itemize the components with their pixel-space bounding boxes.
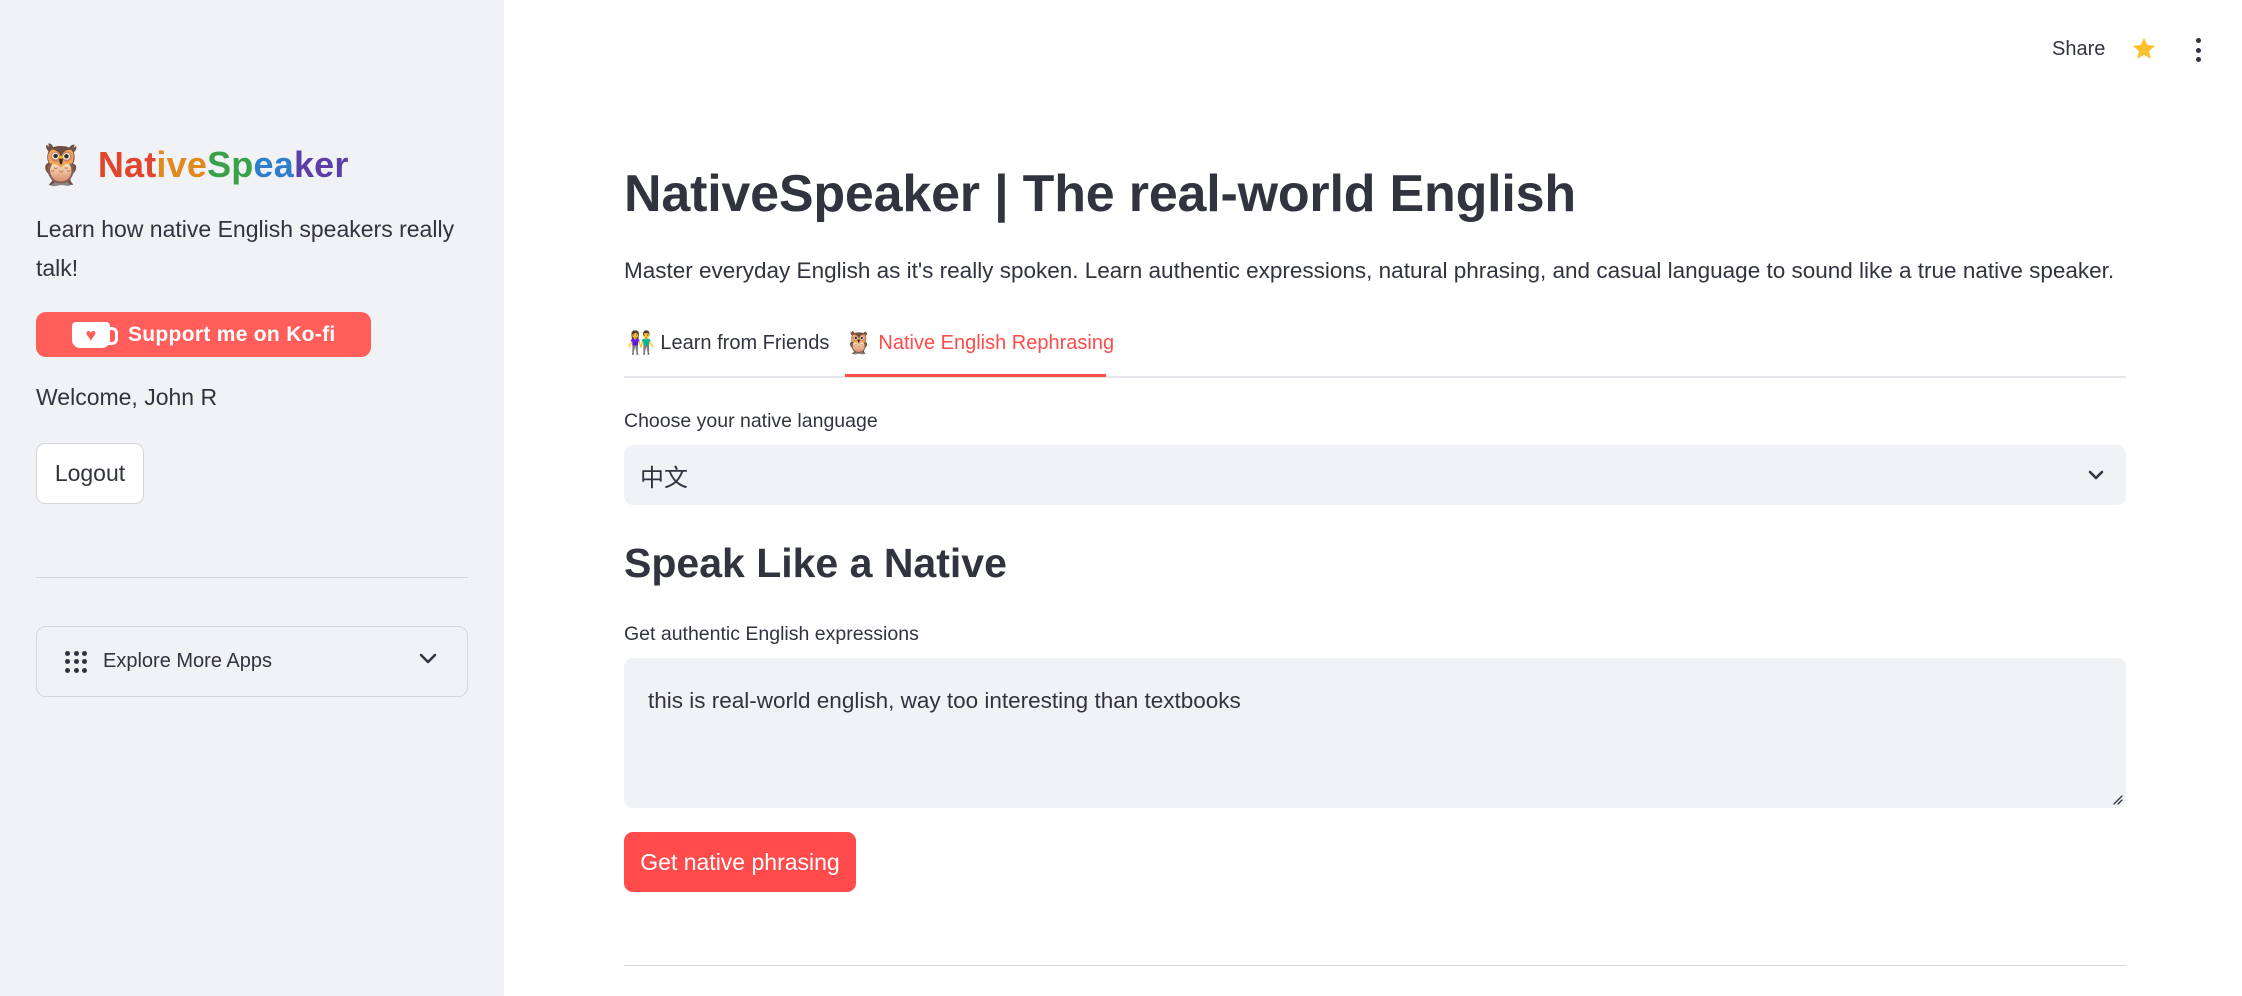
textarea-value: this is real-world english, way too inte… [648, 688, 1241, 713]
vertical-dots-icon[interactable] [2192, 38, 2204, 62]
chevron-down-icon [2088, 470, 2104, 480]
resize-handle-icon[interactable] [2110, 792, 2124, 806]
page-subtitle: Master everyday English as it's really s… [624, 258, 2115, 283]
native-language-select[interactable]: 中文 [624, 445, 2126, 505]
sidebar-tagline: Learn how native English speakers really… [36, 216, 455, 281]
brand-name-part: ker [293, 144, 349, 185]
brand-name-part: Sp [207, 144, 254, 185]
owl-icon: 🦉 [845, 330, 873, 355]
get-native-phrasing-button[interactable]: Get native phrasing [624, 832, 856, 892]
tab-native-english-rephrasing[interactable]: 🦉 Native English Rephrasing [845, 332, 1114, 378]
sidebar: 🦉 NativeSpeaker Learn how native English… [0, 0, 504, 996]
welcome-text: Welcome, John R [36, 384, 218, 410]
brand-name: NativeSpeaker [98, 144, 349, 186]
brand-name-part: ea [253, 144, 294, 185]
tab-label: Learn from Friends [660, 332, 830, 354]
kofi-support-button[interactable]: ♥ Support me on Ko-fi [36, 312, 371, 357]
kofi-label: Support me on Ko-fi [128, 322, 336, 346]
apps-grid-icon [65, 650, 87, 673]
explore-label: Explore More Apps [103, 650, 272, 672]
chevron-down-icon [419, 653, 437, 664]
explore-more-apps-expander[interactable]: Explore More Apps [36, 626, 468, 697]
kofi-cup-icon: ♥ [72, 321, 118, 348]
expression-textarea[interactable]: this is real-world english, way too inte… [624, 658, 2126, 808]
main-content: NativeSpeaker | The real-world English M… [624, 0, 2128, 996]
brand: 🦉 NativeSpeaker [36, 140, 349, 190]
section-title: Speak Like a Native [624, 540, 1007, 586]
language-select-value: 中文 [640, 464, 688, 492]
textarea-label: Get authentic English expressions [624, 623, 919, 645]
brand-name-part: ive [156, 144, 208, 185]
tab-label: Native English Rephrasing [878, 332, 1115, 354]
app-root: 🦉 NativeSpeaker Learn how native English… [0, 0, 2242, 996]
owl-icon: 🦉 [36, 143, 86, 187]
tab-bar: 👫 Learn from Friends 🦉 Native English Re… [624, 322, 2126, 378]
star-icon[interactable] [2130, 35, 2158, 63]
active-tab-indicator [845, 374, 1106, 377]
brand-name-part: Nat [97, 144, 157, 185]
friends-icon: 👫 [627, 330, 655, 355]
language-select-label: Choose your native language [624, 410, 878, 432]
sidebar-divider [36, 577, 468, 578]
page-title: NativeSpeaker | The real-world English [624, 165, 1576, 223]
main-divider [624, 965, 2126, 966]
logout-button[interactable]: Logout [36, 443, 144, 504]
tab-learn-from-friends[interactable]: 👫 Learn from Friends [627, 332, 829, 378]
